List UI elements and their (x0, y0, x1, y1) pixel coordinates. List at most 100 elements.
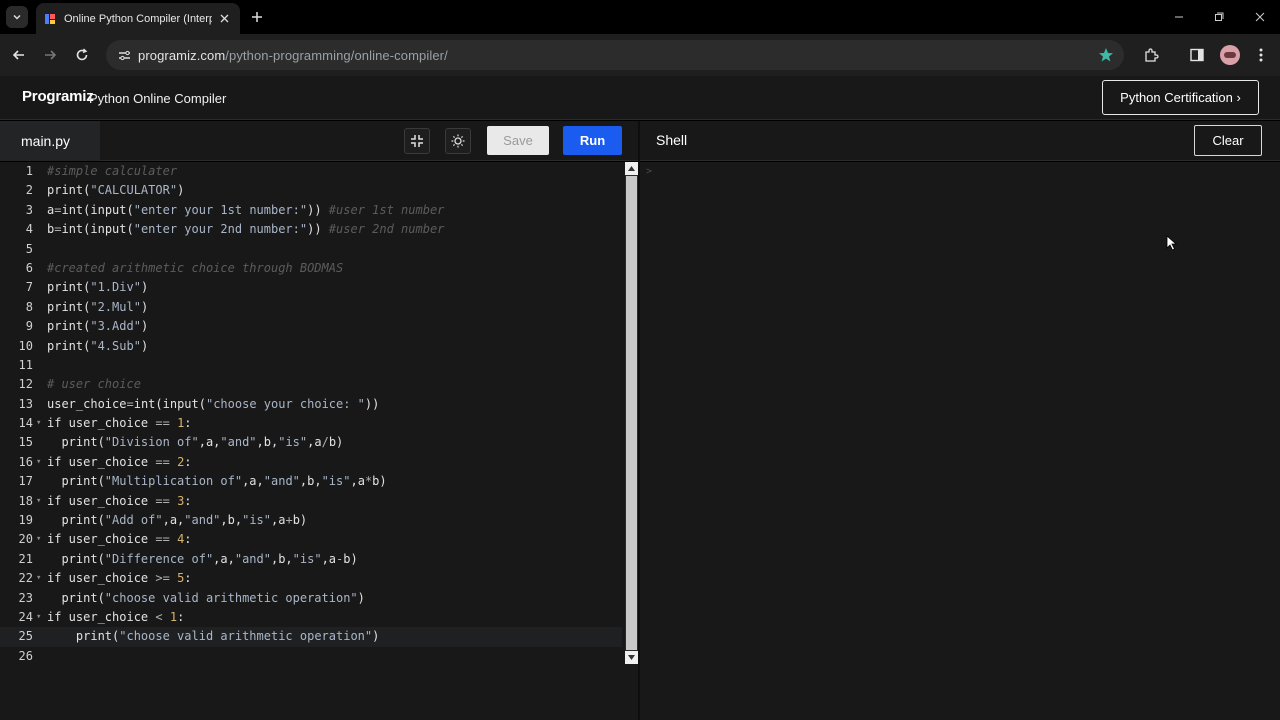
programiz-logo[interactable]: Programiz (22, 88, 94, 105)
line-number: 7 (25, 280, 33, 295)
save-button[interactable]: Save (487, 126, 549, 155)
scrollbar-thumb[interactable] (626, 176, 637, 650)
line-number: 15 (18, 435, 33, 450)
arrow-left-icon (12, 50, 24, 60)
side-panel-icon[interactable] (1187, 45, 1207, 65)
fold-arrow-icon[interactable]: ▾ (36, 569, 41, 588)
line-number: 2 (25, 183, 33, 198)
code-line[interactable]: 6 #created arithmetic choice through BODM… (0, 259, 622, 278)
code-line[interactable]: 7 print("1.Div") (0, 278, 622, 297)
line-number: 11 (18, 357, 33, 372)
site-header: Programiz Python Online Compiler Python … (0, 76, 1280, 120)
code-line[interactable]: 2 print("CALCULATOR") (0, 181, 622, 200)
programiz-favicon-icon (45, 13, 55, 24)
code-line[interactable]: 8 print("2.Mul") (0, 298, 622, 317)
address-bar[interactable]: programiz.com/python-programming/online-… (106, 40, 1124, 70)
arrow-right-icon (45, 50, 57, 60)
line-number: 4 (25, 222, 33, 237)
editor-scrollbar[interactable] (625, 162, 638, 664)
code-line[interactable]: 12 # user choice (0, 375, 622, 394)
code-line[interactable]: 4 b=int(input("enter your 2nd number:")) … (0, 220, 622, 239)
code-text: print("Difference of",a,"and",b,"is",a-b… (47, 551, 358, 566)
code-line[interactable]: 22 ▾ if user_choice >= 5: (0, 569, 622, 588)
browser-tab[interactable]: Online Python Compiler (Interpret (36, 3, 240, 34)
line-number: 21 (18, 551, 33, 566)
code-text: a=int(input("enter your 1st number:")) #… (47, 202, 445, 217)
theme-toggle-button[interactable] (445, 128, 471, 154)
extensions-icon[interactable] (1141, 45, 1161, 65)
code-line[interactable]: 23 print("choose valid arithmetic operat… (0, 589, 622, 608)
code-line[interactable]: 17 print("Multiplication of",a,"and",b,"… (0, 472, 622, 491)
restore-icon[interactable] (1210, 8, 1228, 26)
code-line[interactable]: 1 #simple calculater (0, 162, 622, 181)
code-line[interactable]: 5 (0, 240, 622, 259)
code-line[interactable]: 24 ▾ if user_choice < 1: (0, 608, 622, 627)
code-line[interactable]: 19 print("Add of",a,"and",b,"is",a+b) (0, 511, 622, 530)
code-editor[interactable]: 1 #simple calculater 2 print("CALCULATOR") 3… (0, 162, 638, 720)
fold-arrow-icon[interactable]: ▾ (36, 608, 41, 627)
shell-prompt: > (646, 166, 653, 177)
scroll-down-icon[interactable] (625, 651, 638, 664)
code-line[interactable]: 15 print("Division of",a,"and",b,"is",a/… (0, 433, 622, 452)
code-line[interactable]: 13 user_choice=int(input("choose your cho… (0, 395, 622, 414)
scroll-up-icon[interactable] (625, 162, 638, 175)
python-certification-button[interactable]: Python Certification › (1102, 80, 1259, 115)
fold-arrow-icon[interactable]: ▾ (36, 453, 41, 472)
shell-output[interactable]: > (640, 162, 1280, 720)
code-text: print("choose valid arithmetic operation… (47, 590, 365, 605)
browser-menu-icon[interactable] (1251, 45, 1271, 65)
site-info-icon[interactable] (116, 47, 132, 63)
line-number: 19 (18, 513, 33, 528)
code-line[interactable]: 14 ▾ if user_choice == 1: (0, 414, 622, 433)
line-number: 5 (25, 241, 33, 256)
line-number: 9 (25, 319, 33, 334)
exit-fullscreen-button[interactable] (404, 128, 430, 154)
sun-icon (451, 134, 465, 148)
code-text: print("1.Div") (47, 280, 149, 295)
run-button[interactable]: Run (563, 126, 622, 155)
code-line[interactable]: 11 (0, 356, 622, 375)
fold-arrow-icon[interactable]: ▾ (36, 530, 41, 549)
close-window-icon[interactable] (1251, 8, 1269, 26)
line-number: 26 (18, 648, 33, 663)
bookmark-star-icon[interactable] (1098, 47, 1114, 63)
mouse-cursor-icon (1166, 235, 1178, 251)
browser-toolbar: programiz.com/python-programming/online-… (0, 34, 1280, 76)
code-line[interactable]: 3 a=int(input("enter your 1st number:")) … (0, 201, 622, 220)
line-number: 12 (18, 377, 33, 392)
code-text: print("CALCULATOR") (47, 183, 185, 198)
code-text: print("Division of",a,"and",b,"is",a/b) (47, 435, 344, 450)
reload-button[interactable] (71, 44, 93, 66)
code-area[interactable]: 1 #simple calculater 2 print("CALCULATOR") 3… (0, 162, 622, 666)
fold-arrow-icon[interactable]: ▾ (36, 492, 41, 511)
code-text: print("4.Sub") (47, 338, 149, 353)
line-number: 16 (18, 454, 33, 469)
code-line[interactable]: 16 ▾ if user_choice == 2: (0, 453, 622, 472)
code-text: user_choice=int(input("choose your choic… (47, 396, 380, 411)
code-line[interactable]: 25 print("choose valid arithmetic operat… (0, 627, 622, 647)
code-text: #created arithmetic choice through BODMA… (47, 260, 344, 275)
new-tab-icon[interactable] (248, 8, 266, 26)
back-button[interactable] (8, 44, 30, 66)
shell-header: Shell Clear (640, 121, 1280, 161)
minimize-icon[interactable] (1170, 8, 1188, 26)
code-line[interactable]: 10 print("4.Sub") (0, 337, 622, 356)
clear-button[interactable]: Clear (1194, 125, 1262, 156)
profile-avatar[interactable] (1220, 45, 1240, 65)
code-line[interactable]: 20 ▾ if user_choice == 4: (0, 530, 622, 549)
fold-arrow-icon[interactable]: ▾ (36, 414, 41, 433)
code-text: if user_choice == 2: (47, 454, 192, 469)
code-line[interactable]: 9 print("3.Add") (0, 317, 622, 336)
line-number: 10 (18, 338, 33, 353)
file-tab-main-py[interactable]: main.py (0, 121, 100, 161)
code-line[interactable]: 21 print("Difference of",a,"and",b,"is",… (0, 550, 622, 569)
line-number: 6 (25, 260, 33, 275)
code-line[interactable]: 26 (0, 647, 622, 666)
tab-search-button[interactable] (6, 6, 28, 28)
forward-button[interactable] (39, 44, 61, 66)
code-text: if user_choice == 3: (47, 493, 192, 508)
code-text: if user_choice >= 5: (47, 571, 192, 586)
code-line[interactable]: 18 ▾ if user_choice == 3: (0, 492, 622, 511)
close-tab-icon[interactable] (216, 11, 232, 27)
code-text: print("choose valid arithmetic operation… (47, 629, 380, 644)
